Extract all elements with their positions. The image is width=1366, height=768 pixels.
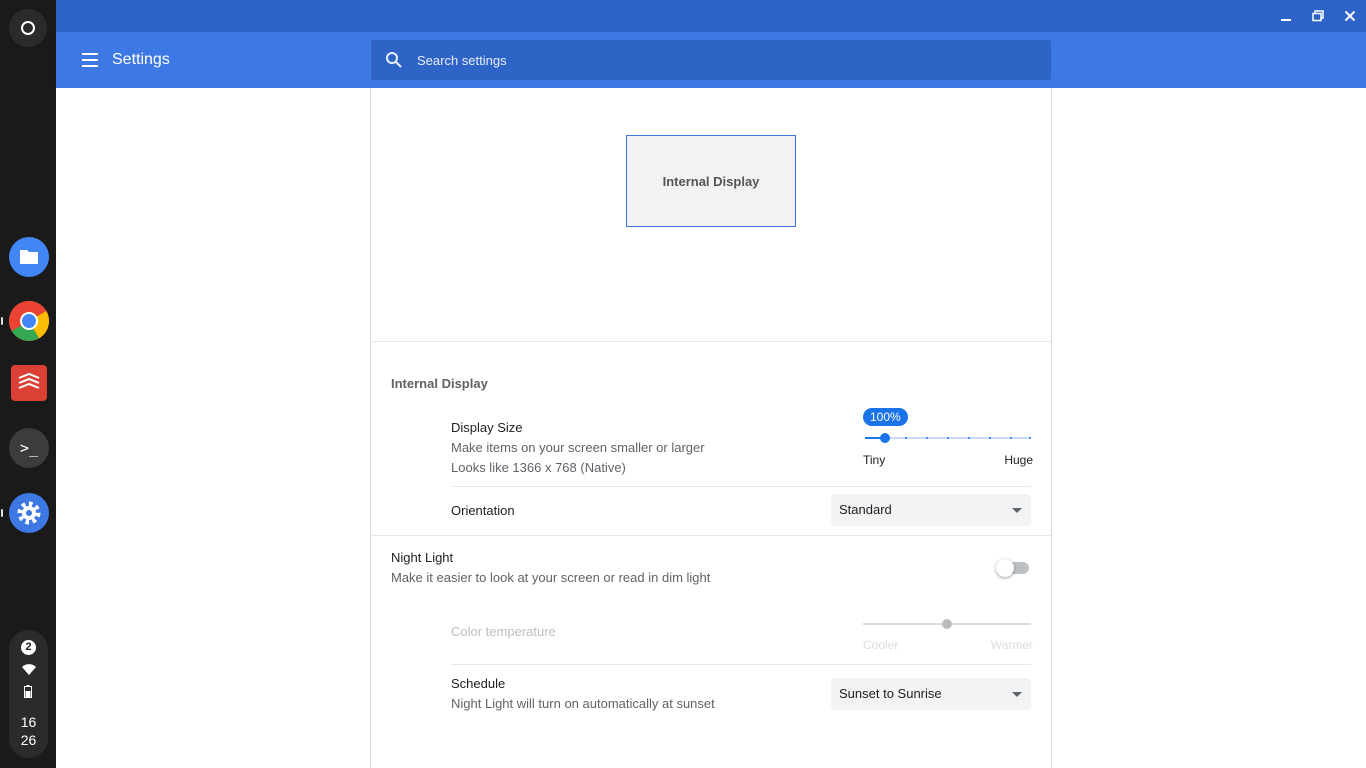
slider-tick (1029, 437, 1031, 439)
schedule-title: Schedule (451, 676, 506, 691)
todoist-app-icon[interactable] (11, 365, 47, 401)
section-title-internal-display: Internal Display (391, 376, 488, 391)
night-light-toggle[interactable] (996, 559, 1030, 577)
slider-tick (1010, 437, 1012, 439)
slider-tick (989, 437, 991, 439)
chrome-app-icon[interactable] (9, 301, 49, 341)
internal-display-tile[interactable]: Internal Display (626, 135, 796, 227)
display-size-resolution: Looks like 1366 x 768 (Native) (451, 460, 626, 475)
status-area[interactable]: 2 16 26 (9, 630, 48, 758)
divider (451, 664, 1031, 665)
night-light-title: Night Light (391, 550, 454, 565)
display-size-slider[interactable]: 100% Tiny Huge (863, 408, 1033, 468)
display-size-info: Display Size Make items on your screen s… (451, 418, 705, 478)
slider-knob[interactable] (880, 433, 890, 443)
slider-tick (926, 437, 928, 439)
chrome-running-indicator (1, 317, 3, 325)
main-content: Internal Display Internal Display Displa… (56, 88, 1366, 768)
notification-count-badge: 2 (21, 640, 36, 655)
orientation-title: Orientation (451, 503, 515, 518)
minimize-icon (1281, 19, 1291, 21)
dropdown-arrow-icon (1012, 692, 1022, 697)
menu-icon-line (82, 59, 98, 61)
slider-tick (947, 437, 949, 439)
clock-hour: 16 (20, 714, 37, 730)
close-icon (1344, 10, 1356, 22)
night-light-info: Night Light Make it easier to look at yo… (391, 548, 710, 588)
terminal-icon: >_ (19, 439, 39, 457)
search-box[interactable] (371, 40, 1051, 80)
close-button[interactable] (1338, 4, 1362, 28)
settings-running-indicator (1, 509, 3, 517)
slider-tick (905, 437, 907, 439)
dropdown-arrow-icon (1012, 508, 1022, 513)
search-input[interactable] (417, 40, 1017, 80)
page-title: Settings (112, 51, 170, 68)
display-size-title: Display Size (451, 420, 523, 435)
launcher-button[interactable] (9, 9, 47, 47)
schedule-dropdown[interactable]: Sunset to Sunrise (831, 678, 1031, 710)
display-arrangement: Internal Display (371, 88, 1051, 342)
wifi-icon (22, 664, 36, 675)
toggle-thumb (996, 559, 1014, 577)
night-light-description: Make it easier to look at your screen or… (391, 570, 711, 585)
main-menu-button[interactable] (78, 48, 102, 72)
settings-app-icon[interactable] (9, 493, 49, 533)
slider-max-label: Warmer (990, 638, 1033, 652)
settings-header: Settings (56, 32, 1366, 88)
battery-icon (24, 685, 32, 698)
slider-knob[interactable] (942, 619, 952, 629)
search-icon (386, 52, 402, 68)
restore-button[interactable] (1306, 4, 1330, 28)
restore-icon (1312, 10, 1324, 22)
files-app-icon[interactable] (9, 237, 49, 277)
shelf: >_ 2 16 26 (0, 0, 56, 768)
divider (451, 486, 1031, 487)
slider-max-label: Huge (1004, 453, 1033, 467)
color-temperature-title: Color temperature (451, 624, 556, 639)
orientation-dropdown[interactable]: Standard (831, 494, 1031, 526)
schedule-description: Night Light will turn on automatically a… (451, 696, 715, 711)
minimize-button[interactable] (1274, 4, 1298, 28)
todoist-icon (18, 372, 40, 389)
gear-icon (17, 501, 41, 525)
schedule-info: Schedule Night Light will turn on automa… (451, 674, 715, 714)
display-size-value-bubble: 100% (863, 408, 908, 426)
window-titlebar (56, 0, 1366, 32)
display-settings-card: Internal Display Internal Display Displa… (370, 88, 1052, 768)
divider (371, 535, 1051, 536)
menu-icon-line (82, 65, 98, 67)
chrome-icon (9, 301, 49, 341)
schedule-value: Sunset to Sunrise (839, 686, 942, 701)
display-size-description: Make items on your screen smaller or lar… (451, 440, 705, 455)
slider-min-label: Cooler (863, 638, 899, 652)
terminal-app-icon[interactable]: >_ (9, 428, 49, 468)
slider-tick (968, 437, 970, 439)
orientation-value: Standard (839, 502, 892, 517)
color-temperature-slider[interactable]: Cooler Warmer (863, 614, 1033, 654)
launcher-icon (21, 21, 35, 35)
clock-minute: 26 (20, 732, 37, 748)
folder-icon (20, 250, 38, 264)
slider-min-label: Tiny (863, 453, 886, 467)
menu-icon-line (82, 53, 98, 55)
